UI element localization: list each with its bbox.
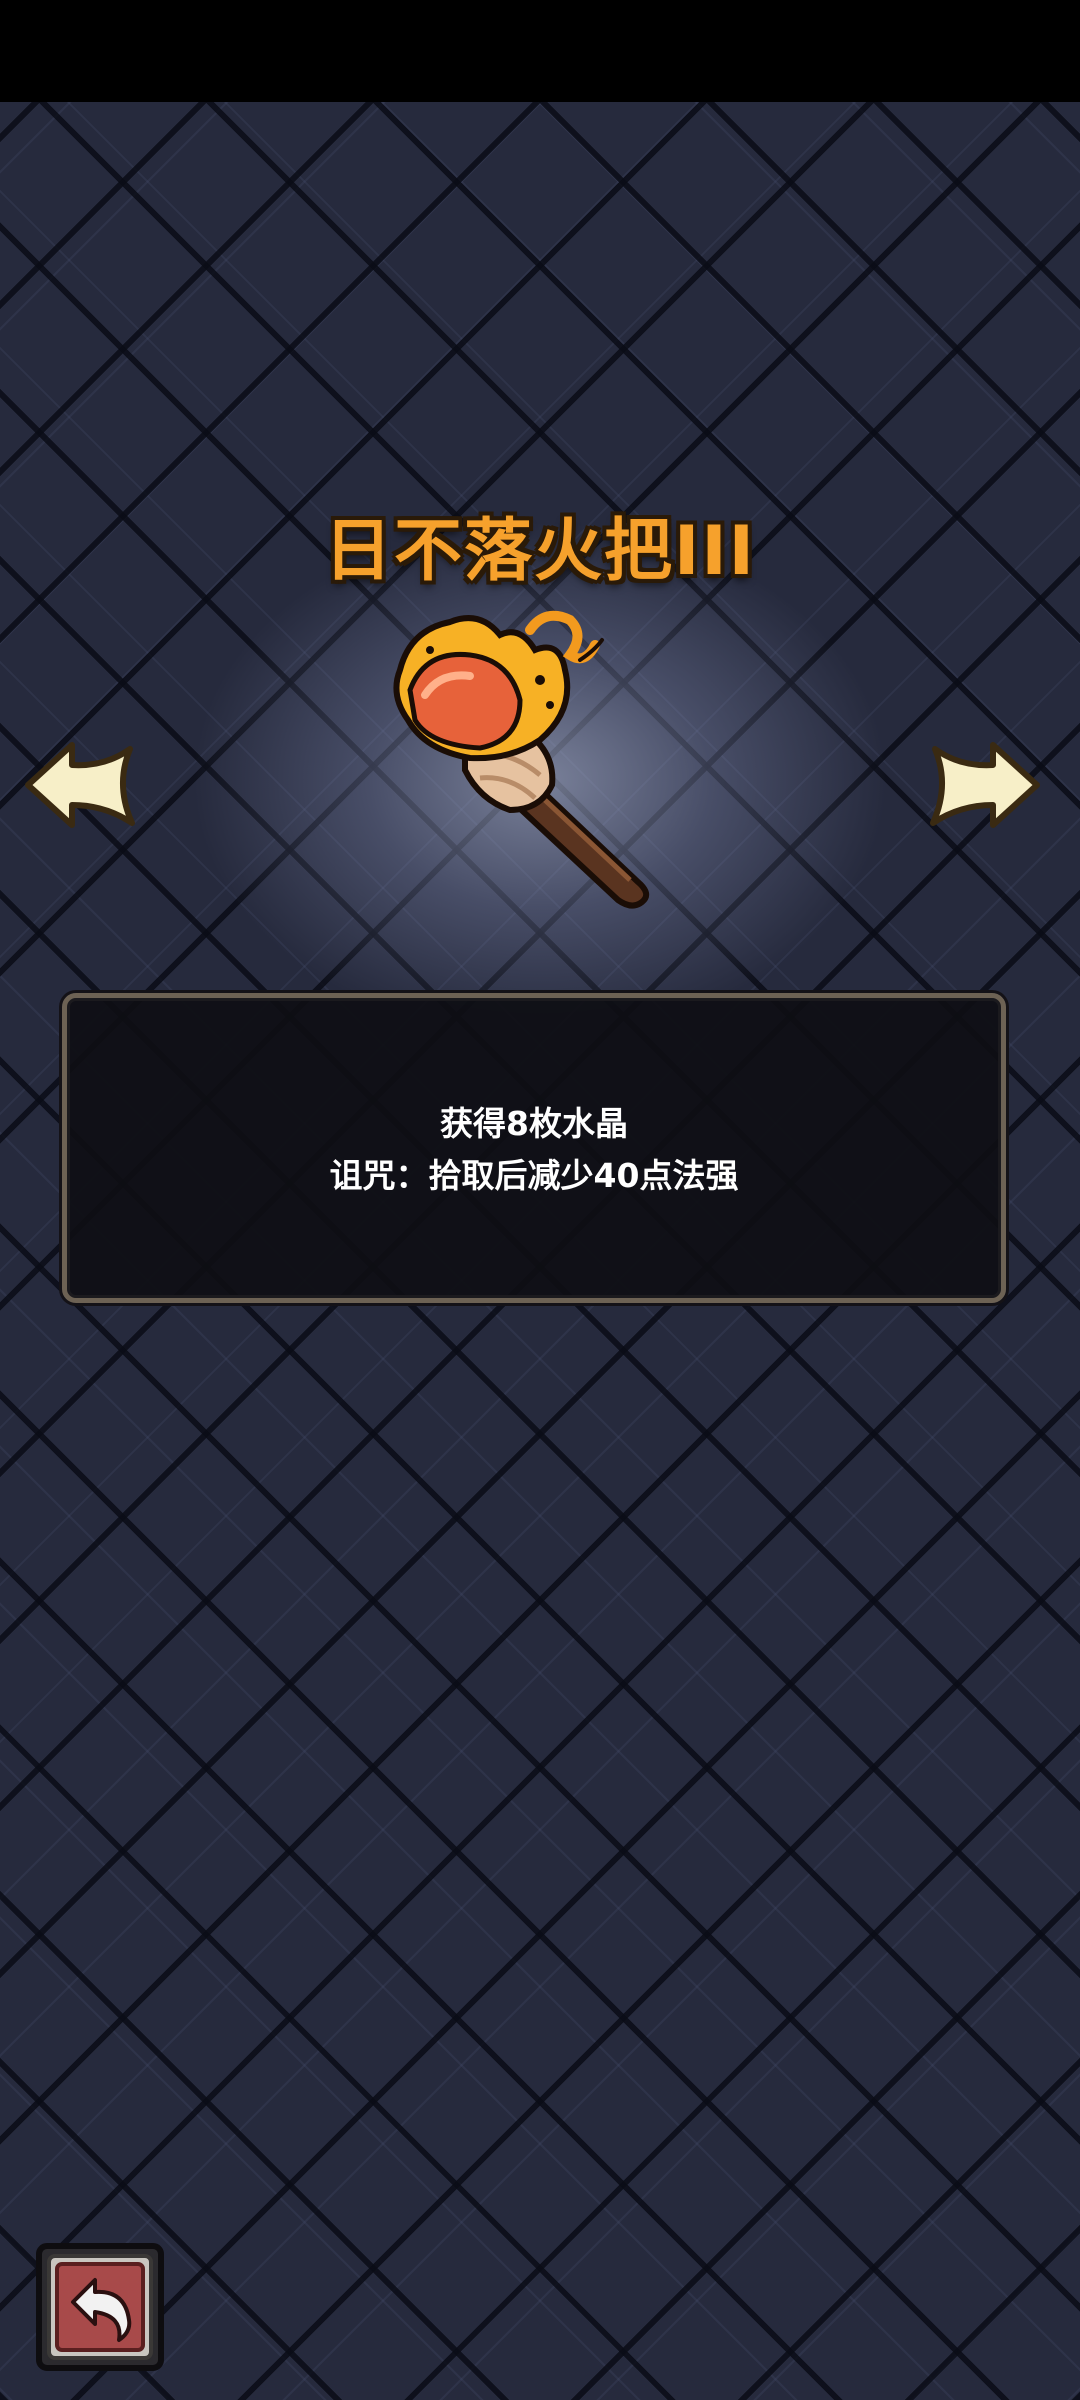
status-bar — [0, 0, 1080, 102]
right-arrow-icon — [930, 742, 1040, 828]
item-title: 日不落火把III — [324, 512, 756, 591]
torch-icon — [393, 610, 650, 909]
torch-flame — [393, 610, 604, 762]
item-description: 获得8枚水晶 诅咒：拾取后减少40点法强 — [67, 1098, 1001, 1202]
description-line-curse: 诅咒：拾取后减少40点法强 — [329, 1156, 739, 1195]
left-arrow-icon — [25, 742, 135, 828]
game-screen: 日不落火把III 获得8枚水晶 诅咒：拾取后减少40点法强 — [0, 0, 1080, 2400]
item-description-panel: 获得8枚水晶 诅咒：拾取后减少40点法强 — [62, 993, 1006, 1303]
previous-item-button[interactable] — [20, 735, 140, 835]
description-line-reward: 获得8枚水晶 — [440, 1104, 628, 1143]
back-button[interactable] — [33, 2240, 167, 2374]
next-item-button[interactable] — [925, 735, 1045, 835]
